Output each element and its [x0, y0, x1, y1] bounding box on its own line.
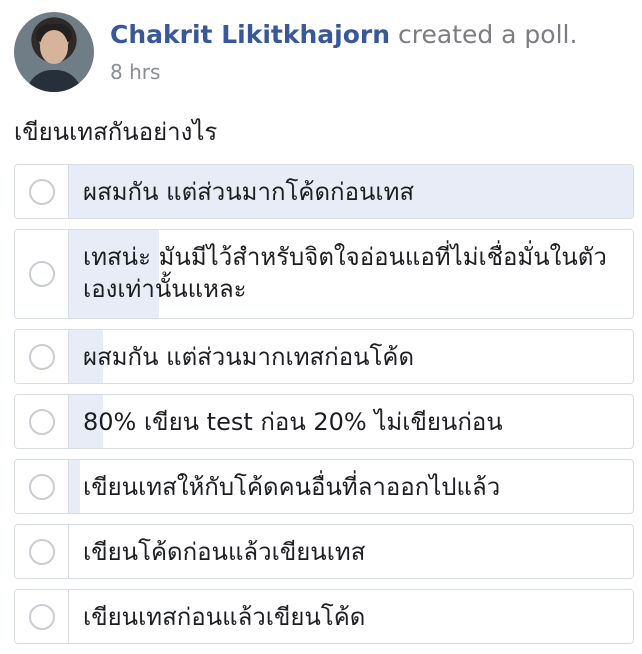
- poll-option[interactable]: เขียนโค้ดก่อนแล้วเขียนเทส: [14, 524, 634, 579]
- post-header: Chakrit Likitkhajorn created a poll. 8 h…: [14, 12, 634, 92]
- avatar[interactable]: [14, 12, 94, 92]
- author-line: Chakrit Likitkhajorn created a poll.: [110, 20, 577, 50]
- radio-button[interactable]: [28, 538, 55, 565]
- poll-option[interactable]: เทสน่ะ มันมีไว้สำหรับจิตใจอ่อนแอที่ไม่เช…: [14, 229, 634, 319]
- radio-cell: [15, 165, 69, 218]
- poll-option-label: ผสมกัน แต่ส่วนมากเทสก่อนโค้ด: [83, 343, 415, 371]
- poll-question: เขียนเทสกันอย่างไร: [14, 118, 218, 146]
- radio-button[interactable]: [28, 343, 55, 370]
- poll-option-label: เทสน่ะ มันมีไว้สำหรับจิตใจอ่อนแอที่ไม่เช…: [83, 243, 607, 303]
- radio-cell: [15, 590, 69, 643]
- poll-options: ผสมกัน แต่ส่วนมากโค้ดก่อนเทส เทสน่ะ มันม…: [14, 164, 634, 654]
- radio-button[interactable]: [28, 178, 55, 205]
- author-name-link[interactable]: Chakrit Likitkhajorn: [110, 20, 390, 49]
- poll-option-label: เขียนโค้ดก่อนแล้วเขียนเทส: [83, 538, 366, 566]
- poll-option-label: เขียนเทสให้กับโค้ดคนอื่นที่ลาออกไปแล้ว: [83, 473, 501, 501]
- radio-button[interactable]: [28, 261, 55, 287]
- poll-option-label: ผสมกัน แต่ส่วนมากโค้ดก่อนเทส: [83, 178, 415, 206]
- post-action-text: created a poll.: [397, 20, 578, 49]
- poll-option[interactable]: ผสมกัน แต่ส่วนมากโค้ดก่อนเทส: [14, 164, 634, 219]
- radio-cell: [15, 395, 69, 448]
- poll-option[interactable]: เขียนเทสก่อนแล้วเขียนโค้ด: [14, 589, 634, 644]
- radio-cell: [15, 330, 69, 383]
- radio-cell: [15, 230, 69, 318]
- poll-option-label: 80% เขียน test ก่อน 20% ไม่เขียนก่อน: [83, 408, 503, 436]
- post-timestamp[interactable]: 8 hrs: [110, 60, 160, 84]
- poll-option-label: เขียนเทสก่อนแล้วเขียนโค้ด: [83, 603, 366, 631]
- radio-button[interactable]: [28, 408, 55, 435]
- radio-button[interactable]: [28, 473, 55, 500]
- radio-cell: [15, 525, 69, 578]
- vote-bar: [69, 460, 80, 513]
- radio-button[interactable]: [28, 603, 55, 630]
- poll-option[interactable]: เขียนเทสให้กับโค้ดคนอื่นที่ลาออกไปแล้ว: [14, 459, 634, 514]
- poll-option[interactable]: 80% เขียน test ก่อน 20% ไม่เขียนก่อน: [14, 394, 634, 449]
- radio-cell: [15, 460, 69, 513]
- poll-option[interactable]: ผสมกัน แต่ส่วนมากเทสก่อนโค้ด: [14, 329, 634, 384]
- avatar-shirt: [26, 70, 82, 92]
- avatar-face: [40, 30, 68, 64]
